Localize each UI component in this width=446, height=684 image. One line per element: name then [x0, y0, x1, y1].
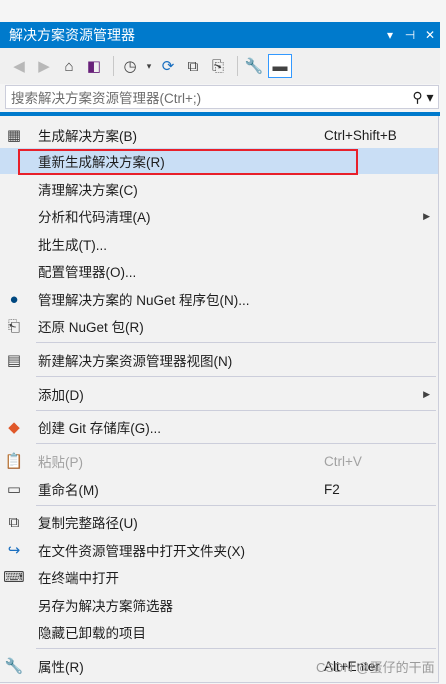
menu-separator — [36, 443, 436, 444]
wrench-icon: 🔧 — [4, 658, 24, 675]
search-input[interactable]: 搜索解决方案资源管理器(Ctrl+;) — [11, 87, 408, 107]
menu-separator — [36, 648, 436, 649]
home-icon[interactable]: ⌂ — [58, 55, 80, 77]
submenu-arrow-icon: ▶ — [423, 388, 430, 399]
menu-item-batch-build[interactable]: 批生成(T)... — [0, 231, 438, 257]
menu-item-clean-solution[interactable]: 清理解决方案(C) — [0, 176, 438, 202]
menu-item-label: 新建解决方案资源管理器视图(N) — [38, 354, 233, 369]
menu-item-rename[interactable]: ▭ 重命名(M) F2 — [0, 476, 438, 502]
menu-item-label: 添加(D) — [38, 388, 84, 403]
refresh-icon[interactable]: ⟳ — [157, 55, 179, 77]
menu-item-copy-full-path[interactable]: ⧉ 复制完整路径(U) — [0, 509, 438, 535]
menu-item-create-git-repo[interactable]: ◆ 创建 Git 存储库(G)... — [0, 414, 438, 440]
menu-item-label: 复制完整路径(U) — [38, 516, 138, 531]
menu-item-build-solution[interactable]: ▦ 生成解决方案(B) Ctrl+Shift+B — [0, 122, 438, 148]
properties-wrench-icon[interactable]: 🔧 — [243, 55, 265, 77]
search-box[interactable]: 搜索解决方案资源管理器(Ctrl+;) ⚲ ▾ — [5, 85, 439, 109]
rename-icon: ▭ — [6, 481, 22, 498]
menu-item-label: 配置管理器(O)... — [38, 265, 137, 280]
menu-item-label: 还原 NuGet 包(R) — [38, 320, 144, 335]
menu-item-config-manager[interactable]: 配置管理器(O)... — [0, 258, 438, 284]
search-icon[interactable]: ⚲ ▾ — [408, 89, 438, 106]
vs-switch-view-icon[interactable]: ◧ — [83, 55, 105, 77]
show-all-files-icon[interactable]: ⎘ — [207, 55, 229, 77]
menu-separator — [36, 376, 436, 377]
toolbar-separator — [237, 56, 238, 76]
menu-item-shortcut: Ctrl+V — [324, 453, 362, 469]
collapse-all-icon[interactable]: ⧉ — [182, 55, 204, 77]
menu-item-restore-nuget[interactable]: ⎗ 还原 NuGet 包(R) — [0, 313, 438, 339]
copy-icon: ⧉ — [8, 513, 20, 531]
close-icon[interactable]: ✕ — [420, 28, 440, 42]
git-icon: ◆ — [8, 419, 20, 436]
menu-item-label: 分析和代码清理(A) — [38, 210, 151, 225]
menu-item-add[interactable]: 添加(D) ▶ — [0, 381, 438, 407]
open-folder-icon: ↪ — [7, 542, 21, 559]
pin-icon[interactable]: ⊣ — [400, 28, 420, 42]
menu-separator — [36, 342, 436, 343]
menu-item-open-in-explorer[interactable]: ↪ 在文件资源管理器中打开文件夹(X) — [0, 537, 438, 563]
terminal-icon: ⌨ — [3, 569, 25, 586]
panel-title-bar: 解决方案资源管理器 ▾ ⊣ ✕ — [0, 22, 440, 48]
menu-separator — [36, 505, 436, 506]
panel-toolbar: ◀ ▶ ⌂ ◧ ◷ ▾ ⟳ ⧉ ⎘ 🔧 ▬ — [0, 48, 440, 84]
menu-item-label: 粘贴(P) — [38, 455, 83, 470]
menu-item-shortcut: Ctrl+Shift+B — [324, 127, 397, 143]
restore-icon: ⎗ — [7, 317, 20, 335]
menu-item-label: 隐藏已卸载的项目 — [38, 626, 146, 641]
menu-item-save-as-filter[interactable]: 另存为解决方案筛选器 — [0, 592, 438, 618]
menu-item-label: 另存为解决方案筛选器 — [38, 599, 173, 614]
menu-item-label: 重新生成解决方案(R) — [38, 155, 165, 170]
submenu-arrow-icon: ▶ — [423, 210, 430, 221]
menu-item-label: 重命名(M) — [38, 483, 99, 498]
toolbar-separator — [113, 56, 114, 76]
menu-item-label: 批生成(T)... — [38, 238, 107, 253]
back-icon[interactable]: ◀ — [8, 55, 30, 77]
context-menu: ▦ 生成解决方案(B) Ctrl+Shift+B 重新生成解决方案(R) 清理解… — [0, 116, 439, 683]
watermark: CSDN @蛋仔的干面 — [316, 660, 435, 675]
menu-item-label: 生成解决方案(B) — [38, 129, 137, 144]
pending-changes-filter-icon[interactable]: ◷ — [119, 55, 141, 77]
menu-item-label: 在文件资源管理器中打开文件夹(X) — [38, 544, 245, 559]
menu-item-manage-nuget[interactable]: ● 管理解决方案的 NuGet 程序包(N)... — [0, 286, 438, 312]
chevron-down-icon[interactable]: ▾ — [144, 55, 154, 77]
panel-title: 解决方案资源管理器 — [9, 27, 135, 43]
menu-item-hide-unloaded[interactable]: 隐藏已卸载的项目 — [0, 619, 438, 645]
menu-item-rebuild-solution[interactable]: 重新生成解决方案(R) — [0, 148, 438, 174]
build-icon: ▦ — [6, 127, 22, 144]
menu-item-shortcut: F2 — [324, 481, 340, 497]
nuget-icon: ● — [9, 290, 19, 308]
menu-item-paste[interactable]: 📋 粘贴(P) Ctrl+V — [0, 448, 438, 474]
dropdown-icon[interactable]: ▾ — [380, 28, 400, 42]
menu-item-label: 清理解决方案(C) — [38, 183, 138, 198]
menu-item-label: 在终端中打开 — [38, 571, 119, 586]
menu-item-label: 属性(R) — [38, 660, 84, 675]
menu-item-label: 创建 Git 存储库(G)... — [38, 421, 161, 436]
menu-item-open-in-terminal[interactable]: ⌨ 在终端中打开 — [0, 564, 438, 590]
preview-selected-items-icon[interactable]: ▬ — [268, 54, 292, 78]
menu-separator — [36, 410, 436, 411]
paste-icon: 📋 — [4, 453, 24, 470]
menu-item-label: 管理解决方案的 NuGet 程序包(N)... — [38, 293, 250, 308]
new-view-icon: ▤ — [6, 352, 22, 369]
menu-item-analyze-cleanup[interactable]: 分析和代码清理(A) ▶ — [0, 203, 438, 229]
forward-icon[interactable]: ▶ — [33, 55, 55, 77]
menu-item-new-view[interactable]: ▤ 新建解决方案资源管理器视图(N) — [0, 347, 438, 373]
